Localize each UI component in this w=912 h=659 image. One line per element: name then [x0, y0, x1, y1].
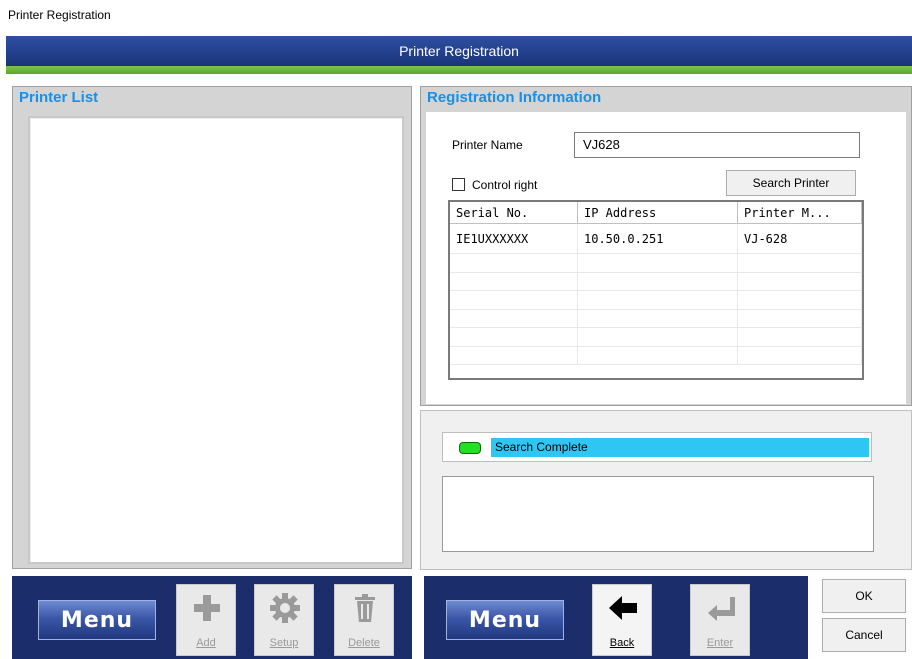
enter-button[interactable]: Enter [690, 584, 750, 656]
column-header-ip[interactable]: IP Address [578, 202, 738, 223]
column-header-model[interactable]: Printer M... [738, 202, 862, 223]
cancel-button[interactable]: Cancel [822, 618, 906, 652]
printer-list-box[interactable] [28, 116, 404, 564]
status-led-icon [459, 442, 481, 454]
back-button-label: Back [609, 637, 635, 649]
back-button[interactable]: Back [592, 584, 652, 656]
cell-serial: IE1UXXXXXX [450, 224, 578, 253]
printer-name-label: Printer Name [452, 138, 523, 152]
delete-button[interactable]: Delete [334, 584, 394, 656]
status-bar: Search Complete [442, 432, 872, 462]
printer-list-header: Printer List [19, 89, 99, 106]
trash-icon [355, 594, 375, 622]
gear-icon [270, 593, 300, 623]
control-right-label: Control right [472, 178, 538, 192]
right-menu-button[interactable]: Menu [446, 600, 564, 640]
ok-button[interactable]: OK [822, 579, 906, 613]
printer-search-results: Serial No. IP Address Printer M... IE1UX… [448, 200, 864, 380]
delete-button-label: Delete [348, 637, 380, 649]
message-box [442, 476, 874, 552]
printer-name-input[interactable]: VJ628 [574, 132, 860, 158]
setup-button-label: Setup [269, 637, 299, 649]
grid-header: Serial No. IP Address Printer M... [450, 202, 862, 224]
arrow-left-icon [609, 596, 637, 620]
banner-title: Printer Registration [6, 36, 912, 66]
column-header-serial[interactable]: Serial No. [450, 202, 578, 223]
plus-icon [194, 595, 220, 621]
table-row-empty [450, 309, 862, 328]
search-printer-button[interactable]: Search Printer [726, 170, 856, 196]
table-row[interactable]: IE1UXXXXXX 10.50.0.251 VJ-628 [450, 224, 862, 254]
enter-button-label: Enter [706, 637, 734, 649]
registration-header: Registration Information [427, 89, 602, 106]
table-row-empty [450, 254, 862, 273]
cell-ip: 10.50.0.251 [578, 224, 738, 253]
table-row-empty [450, 346, 862, 365]
table-row-empty [450, 328, 862, 347]
enter-arrow-icon [708, 597, 735, 621]
control-right-checkbox[interactable] [452, 178, 465, 191]
window-title: Printer Registration [8, 8, 111, 22]
cell-model: VJ-628 [738, 224, 862, 253]
setup-button[interactable]: Setup [254, 584, 314, 656]
add-button-label: Add [196, 637, 216, 649]
left-menu-button[interactable]: Menu [38, 600, 156, 640]
table-row-empty [450, 272, 862, 291]
add-button[interactable]: Add [176, 584, 236, 656]
banner-accent-strip [6, 66, 912, 74]
status-text: Search Complete [491, 438, 869, 457]
table-row-empty [450, 291, 862, 310]
